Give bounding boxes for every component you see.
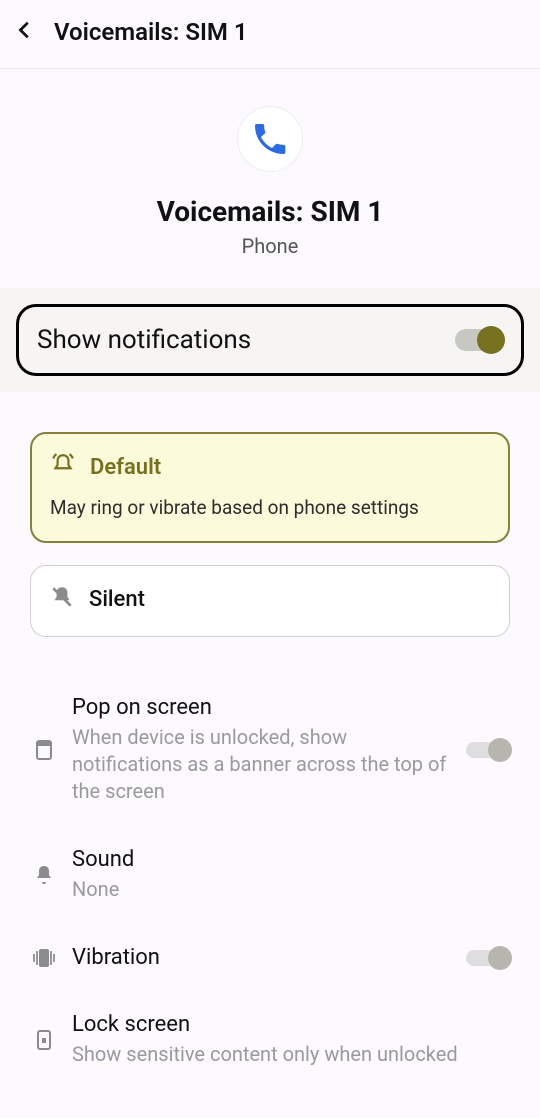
lock-screen-icon [30,1028,58,1052]
show-notifications-toggle[interactable] [455,327,503,353]
setting-sound-value: None [72,876,510,903]
alert-options: Default May ring or vibrate based on pho… [0,392,540,637]
setting-sound-title: Sound [72,847,510,872]
vibration-toggle[interactable] [466,947,510,969]
setting-lock-screen[interactable]: Lock screen Show sensitive content only … [30,1012,510,1068]
show-notifications-label: Show notifications [37,325,251,355]
hero-section: Voicemails: SIM 1 Phone [0,69,540,288]
show-notifications-toggle-row[interactable]: Show notifications [16,304,524,376]
alert-option-silent-title: Silent [89,587,145,612]
page-subtitle: Phone [242,234,299,258]
page-title: Voicemails: SIM 1 [157,195,384,228]
header-title: Voicemails: SIM 1 [54,18,248,46]
settings-list: Pop on screen When device is unlocked, s… [0,637,540,1068]
pop-on-screen-toggle[interactable] [466,739,510,761]
setting-vibration-title: Vibration [72,945,452,970]
setting-lock-desc: Show sensitive content only when unlocke… [72,1041,510,1068]
alert-option-silent[interactable]: Silent [30,565,510,637]
alert-option-default[interactable]: Default May ring or vibrate based on pho… [30,432,510,543]
bell-slash-icon [49,584,75,614]
vibration-icon [30,949,58,967]
back-icon[interactable] [14,19,36,45]
banner-icon [30,738,58,762]
phone-app-icon [238,107,302,171]
bell-icon [30,863,58,887]
app-header: Voicemails: SIM 1 [0,0,540,69]
bell-alert-icon [50,452,76,482]
setting-pop-desc: When device is unlocked, show notificati… [72,724,452,805]
setting-vibration[interactable]: Vibration [30,945,510,970]
setting-pop-on-screen[interactable]: Pop on screen When device is unlocked, s… [30,695,510,805]
show-notifications-section: Show notifications [0,288,540,392]
setting-lock-title: Lock screen [72,1012,510,1037]
alert-option-default-title: Default [90,455,161,480]
alert-option-default-desc: May ring or vibrate based on phone setti… [50,496,490,519]
setting-sound[interactable]: Sound None [30,847,510,903]
setting-pop-title: Pop on screen [72,695,452,720]
